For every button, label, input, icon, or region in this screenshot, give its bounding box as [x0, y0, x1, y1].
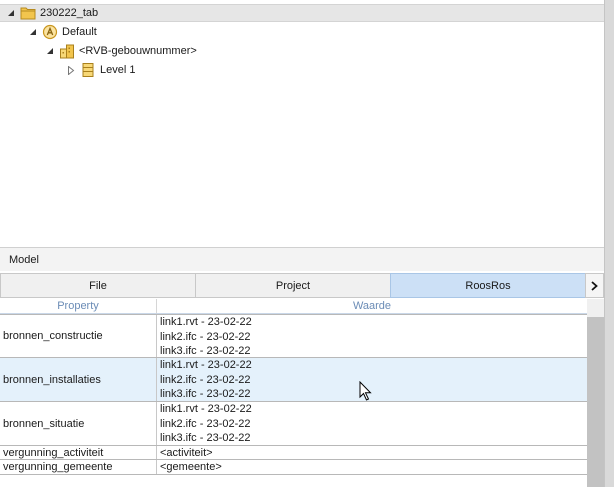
- folder-icon: [20, 5, 36, 21]
- tree-node-root[interactable]: 230222_tab: [0, 4, 604, 22]
- chevron-right-icon: [591, 280, 598, 291]
- property-name: vergunning_gemeente: [0, 460, 157, 474]
- tree-node-view-label: Default: [62, 26, 97, 38]
- column-header-value[interactable]: Waarde: [157, 299, 587, 314]
- value-line: link1.rvt - 23-02-22: [160, 316, 252, 328]
- tree-node-level-label: Level 1: [100, 64, 136, 76]
- property-name: vergunning_activiteit: [0, 446, 157, 459]
- tab-file-label: File: [89, 279, 107, 292]
- view-badge-icon: [42, 24, 58, 40]
- tab-file[interactable]: File: [0, 273, 196, 298]
- table-row[interactable]: bronnen_situatie link1.rvt - 23-02-22 li…: [0, 402, 587, 446]
- property-name: bronnen_situatie: [0, 402, 157, 445]
- tab-roosros[interactable]: RoosRos: [390, 273, 586, 298]
- expand-arrow-icon[interactable]: [66, 65, 76, 75]
- property-value[interactable]: <activiteit>: [160, 446, 213, 459]
- value-line: link3.ifc - 23-02-22: [160, 432, 251, 445]
- tree-node-building-label: <RVB-gebouwnummer>: [79, 45, 197, 57]
- tree-node-level[interactable]: Level 1: [66, 61, 135, 79]
- value-line: link2.ifc - 23-02-22: [160, 417, 251, 430]
- model-tabs: File Project RoosRos: [0, 273, 604, 298]
- tree-node-view[interactable]: Default: [28, 23, 97, 41]
- column-header-property[interactable]: Property: [0, 299, 157, 314]
- model-panel-title: Model: [9, 254, 39, 266]
- property-name: bronnen_constructie: [0, 315, 157, 357]
- table-row[interactable]: vergunning_activiteit <activiteit>: [0, 446, 587, 460]
- value-line: link1.rvt - 23-02-22: [160, 359, 252, 371]
- tab-roosros-label: RoosRos: [465, 279, 511, 292]
- level-icon: [80, 62, 96, 78]
- scrollbar-top: [587, 299, 604, 317]
- tree-node-root-label: 230222_tab: [40, 7, 99, 19]
- window-edge: [604, 0, 614, 487]
- table-row-highlighted[interactable]: bronnen_installaties link1.rvt - 23-02-2…: [0, 358, 587, 402]
- mouse-pointer-icon: [359, 381, 372, 401]
- property-value[interactable]: link1.rvt - 23-02-22 link2.ifc - 23-02-2…: [160, 315, 252, 359]
- building-icon: [59, 43, 75, 59]
- collapse-arrow-icon[interactable]: [45, 46, 55, 56]
- table-row[interactable]: vergunning_gemeente <gemeente>: [0, 460, 587, 475]
- tab-scroll-right-button[interactable]: [585, 273, 604, 298]
- collapse-arrow-icon[interactable]: [6, 8, 16, 18]
- tab-project[interactable]: Project: [195, 273, 391, 298]
- property-value[interactable]: link1.rvt - 23-02-22 link2.ifc - 23-02-2…: [160, 402, 252, 446]
- project-tree: 230222_tab Default <RVB-gebouwnummer> Le…: [0, 0, 604, 244]
- scrollbar-thumb[interactable]: [587, 317, 604, 487]
- property-name: bronnen_installaties: [0, 358, 157, 401]
- value-line: link3.ifc - 23-02-22: [160, 388, 251, 401]
- model-panel-header: Model: [0, 247, 604, 271]
- table-row[interactable]: bronnen_constructie link1.rvt - 23-02-22…: [0, 314, 587, 358]
- tree-node-building[interactable]: <RVB-gebouwnummer>: [45, 42, 197, 60]
- collapse-arrow-icon[interactable]: [28, 27, 38, 37]
- value-line: link2.ifc - 23-02-22: [160, 330, 251, 343]
- value-line: link2.ifc - 23-02-22: [160, 373, 251, 386]
- property-value[interactable]: link1.rvt - 23-02-22 link2.ifc - 23-02-2…: [160, 358, 252, 402]
- value-line: link3.ifc - 23-02-22: [160, 345, 251, 358]
- property-value[interactable]: <gemeente>: [160, 460, 222, 474]
- value-line: link1.rvt - 23-02-22: [160, 403, 252, 415]
- tab-project-label: Project: [275, 279, 311, 292]
